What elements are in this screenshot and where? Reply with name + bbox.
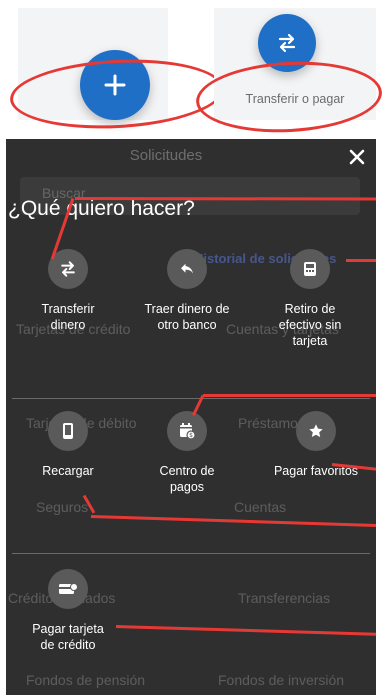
svg-text:$: $ (189, 432, 193, 439)
divider (12, 398, 370, 399)
option-label: Centro de pagos (159, 464, 215, 494)
action-sheet-screen: Solicitudes Buscar Historial de solicitu… (6, 139, 376, 695)
annotation-line (346, 259, 376, 262)
reply-arrow-icon (181, 263, 193, 274)
calendar-payment-icon: $ (180, 423, 196, 440)
bring-money-option[interactable]: Traer dinero de otro banco (127, 249, 247, 333)
modal-title: ¿Qué quiero hacer? (8, 197, 195, 220)
annotation-line (90, 515, 376, 528)
background-item: Seguros (36, 499, 89, 515)
close-icon[interactable] (346, 146, 368, 168)
pay-credit-card-option[interactable]: Pagar tarjeta de crédito (8, 569, 128, 653)
divider (12, 553, 370, 554)
top-up-option[interactable]: Recargar (8, 411, 128, 479)
transfer-icon (61, 261, 75, 277)
background-item: Fondos de pensión (26, 672, 146, 688)
phone-icon (63, 423, 73, 439)
option-label: Traer dinero de otro banco (144, 302, 230, 332)
cardless-withdrawal-option[interactable]: Retiro de efectivo sin tarjeta (250, 249, 370, 349)
transfer-money-option[interactable]: Transferir dinero (8, 249, 128, 333)
star-icon (309, 424, 323, 438)
background-item: Transferencias (238, 590, 331, 606)
annotation-line (203, 394, 376, 397)
option-label: Recargar (42, 464, 94, 478)
background-title: Solicitudes (129, 147, 203, 164)
annotation-line (74, 197, 376, 201)
option-label: Pagar tarjeta de crédito (32, 622, 104, 652)
background-item: Cuentas (234, 499, 287, 515)
background-item: Fondos de inversión (218, 672, 345, 688)
payment-center-option[interactable]: $ Centro de pagos (127, 411, 247, 495)
option-label: Retiro de efectivo sin tarjeta (278, 302, 342, 348)
option-label: Transferir dinero (41, 302, 95, 332)
transfer-icon (278, 33, 296, 53)
annotation-line (115, 625, 376, 637)
credit-card-icon (59, 583, 78, 594)
atm-icon (304, 262, 316, 276)
